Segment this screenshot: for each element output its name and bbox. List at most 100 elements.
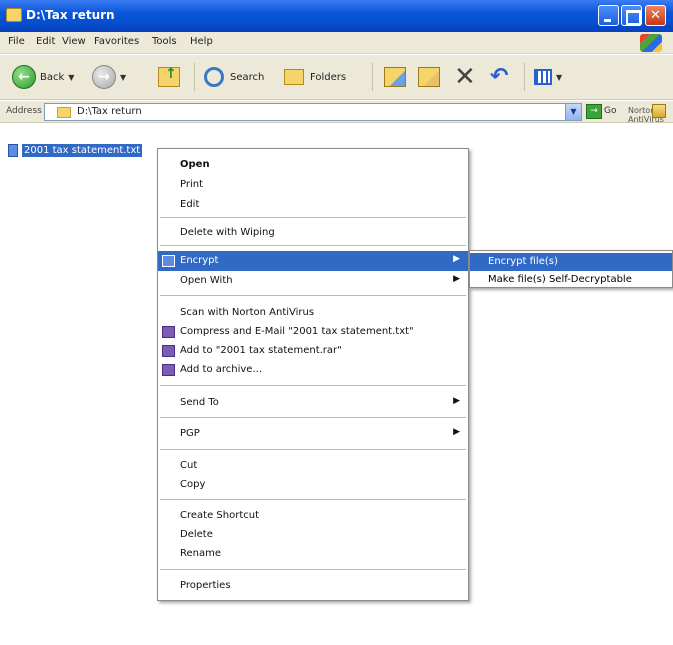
menu-bar: File Edit View Favorites Tools Help (0, 32, 673, 54)
toolbar-separator (194, 63, 195, 91)
submenu-arrow-icon: ▶ (453, 427, 460, 437)
back-button[interactable]: ← Back ▼ (12, 64, 74, 90)
go-button[interactable]: Go (604, 106, 616, 116)
toolbar-separator (372, 63, 373, 91)
folders-label: Folders (310, 71, 347, 83)
menu-favorites[interactable]: Favorites (94, 36, 139, 47)
delete-icon: ✕ (454, 62, 476, 92)
copy-to-button[interactable] (418, 64, 440, 90)
back-label: Back (40, 71, 65, 83)
menu-item-label: Properties (180, 580, 231, 591)
winrar-icon (162, 326, 175, 338)
address-path: D:\Tax return (77, 106, 142, 117)
winrar-icon (162, 364, 175, 376)
menu-separator (160, 295, 466, 296)
menu-item-rename[interactable]: Rename (158, 544, 468, 564)
menu-item-label: PGP (180, 428, 200, 439)
menu-item-label: Create Shortcut (180, 510, 259, 521)
norton-antivirus-label[interactable]: Norton AntiVirus (628, 106, 673, 124)
back-arrow-icon: ← (12, 65, 36, 89)
menu-item-label: Make file(s) Self-Decryptable (488, 274, 632, 285)
folders-button[interactable]: Folders (284, 64, 346, 90)
undo-button[interactable]: ↶ (490, 64, 508, 90)
submenu-arrow-icon: ▶ (453, 274, 460, 284)
menu-separator (160, 245, 466, 246)
text-file-icon (8, 143, 18, 157)
close-button[interactable]: ✕ (645, 5, 666, 26)
menu-item-label: Send To (180, 397, 219, 408)
menu-item-label: Copy (180, 479, 206, 490)
menu-view[interactable]: View (62, 36, 86, 47)
views-button[interactable]: ▼ (534, 64, 562, 90)
menu-item-label: Print (180, 179, 204, 190)
menu-item-delete[interactable]: Delete (158, 525, 468, 545)
address-bar: Address D:\Tax return ▼ → Go Norton Anti… (0, 101, 673, 124)
menu-item-pgp[interactable]: PGP ▶ (158, 424, 468, 444)
menu-item-make-self-decryptable[interactable]: Make file(s) Self-Decryptable (470, 271, 672, 289)
move-to-button[interactable] (384, 64, 406, 90)
winrar-icon (162, 345, 175, 357)
minimize-button[interactable] (598, 5, 619, 26)
menu-item-open-with[interactable]: Open With ▶ (158, 271, 468, 291)
menu-item-cut[interactable]: Cut (158, 456, 468, 476)
encrypt-submenu: Encrypt file(s) Make file(s) Self-Decryp… (469, 250, 673, 288)
menu-item-add-to-rar[interactable]: Add to "2001 tax statement.rar" (158, 341, 468, 361)
copy-to-icon (418, 67, 440, 87)
search-button[interactable]: Search (204, 64, 264, 90)
menu-item-compress-email[interactable]: Compress and E-Mail "2001 tax statement.… (158, 322, 468, 342)
chevron-down-icon: ▼ (556, 72, 563, 82)
folder-icon (57, 107, 71, 118)
file-name: 2001 tax statement.txt (22, 143, 143, 157)
menu-item-label: Open (180, 159, 210, 170)
maximize-button[interactable] (621, 5, 642, 26)
chevron-down-icon: ▼ (68, 72, 75, 82)
menu-item-copy[interactable]: Copy (158, 475, 468, 495)
forward-button[interactable]: → ▼ (92, 64, 126, 90)
delete-button[interactable]: ✕ (454, 64, 476, 90)
context-menu: Open Print Edit Delete with Wiping Encry… (157, 148, 469, 601)
menu-separator (160, 385, 466, 386)
menu-tools[interactable]: Tools (152, 36, 177, 47)
menu-item-label: Add to "2001 tax statement.rar" (180, 345, 342, 356)
menu-item-print[interactable]: Print (158, 175, 468, 195)
menu-item-create-shortcut[interactable]: Create Shortcut (158, 506, 468, 526)
chevron-down-icon[interactable]: ▼ (565, 104, 581, 120)
menu-item-open[interactable]: Open (158, 155, 468, 175)
list-item[interactable]: 2001 tax statement.txt (8, 142, 143, 158)
encrypt-icon (162, 255, 175, 267)
menu-item-delete-with-wiping[interactable]: Delete with Wiping (158, 223, 468, 243)
up-folder-button[interactable]: ↑ (158, 64, 180, 90)
submenu-arrow-icon: ▶ (453, 254, 460, 264)
menu-separator (160, 569, 466, 570)
menu-item-encrypt[interactable]: Encrypt ▶ (158, 251, 468, 271)
menu-help[interactable]: Help (190, 36, 213, 47)
menu-edit[interactable]: Edit (36, 36, 55, 47)
menu-item-send-to[interactable]: Send To ▶ (158, 393, 468, 413)
menu-item-label: Edit (180, 199, 200, 210)
menu-item-label: Encrypt (180, 255, 219, 266)
search-icon (204, 67, 224, 87)
menu-separator (160, 449, 466, 450)
menu-separator (160, 217, 466, 218)
toolbar-separator (524, 63, 525, 91)
menu-item-label: Encrypt file(s) (488, 256, 558, 267)
menu-item-label: Open With (180, 275, 233, 286)
menu-item-encrypt-files[interactable]: Encrypt file(s) (470, 253, 672, 271)
menu-file[interactable]: File (8, 36, 25, 47)
minimize-icon (599, 6, 618, 25)
menu-item-label: Compress and E-Mail "2001 tax statement.… (180, 326, 414, 337)
menu-item-label: Add to archive... (180, 364, 262, 375)
maximize-icon (622, 6, 641, 25)
address-input[interactable]: D:\Tax return ▼ (44, 103, 582, 121)
forward-arrow-icon: → (92, 65, 116, 89)
norton-antivirus-icon[interactable] (652, 104, 666, 118)
go-arrow-icon[interactable]: → (586, 104, 602, 119)
menu-item-properties[interactable]: Properties (158, 576, 468, 596)
menu-item-edit[interactable]: Edit (158, 195, 468, 215)
menu-separator (160, 417, 466, 418)
up-folder-icon: ↑ (158, 66, 180, 87)
menu-item-add-to-archive[interactable]: Add to archive... (158, 360, 468, 380)
menu-item-label: Scan with Norton AntiVirus (180, 307, 315, 318)
menu-item-scan-norton[interactable]: Scan with Norton AntiVirus (158, 303, 468, 323)
windows-logo-icon (640, 34, 662, 52)
